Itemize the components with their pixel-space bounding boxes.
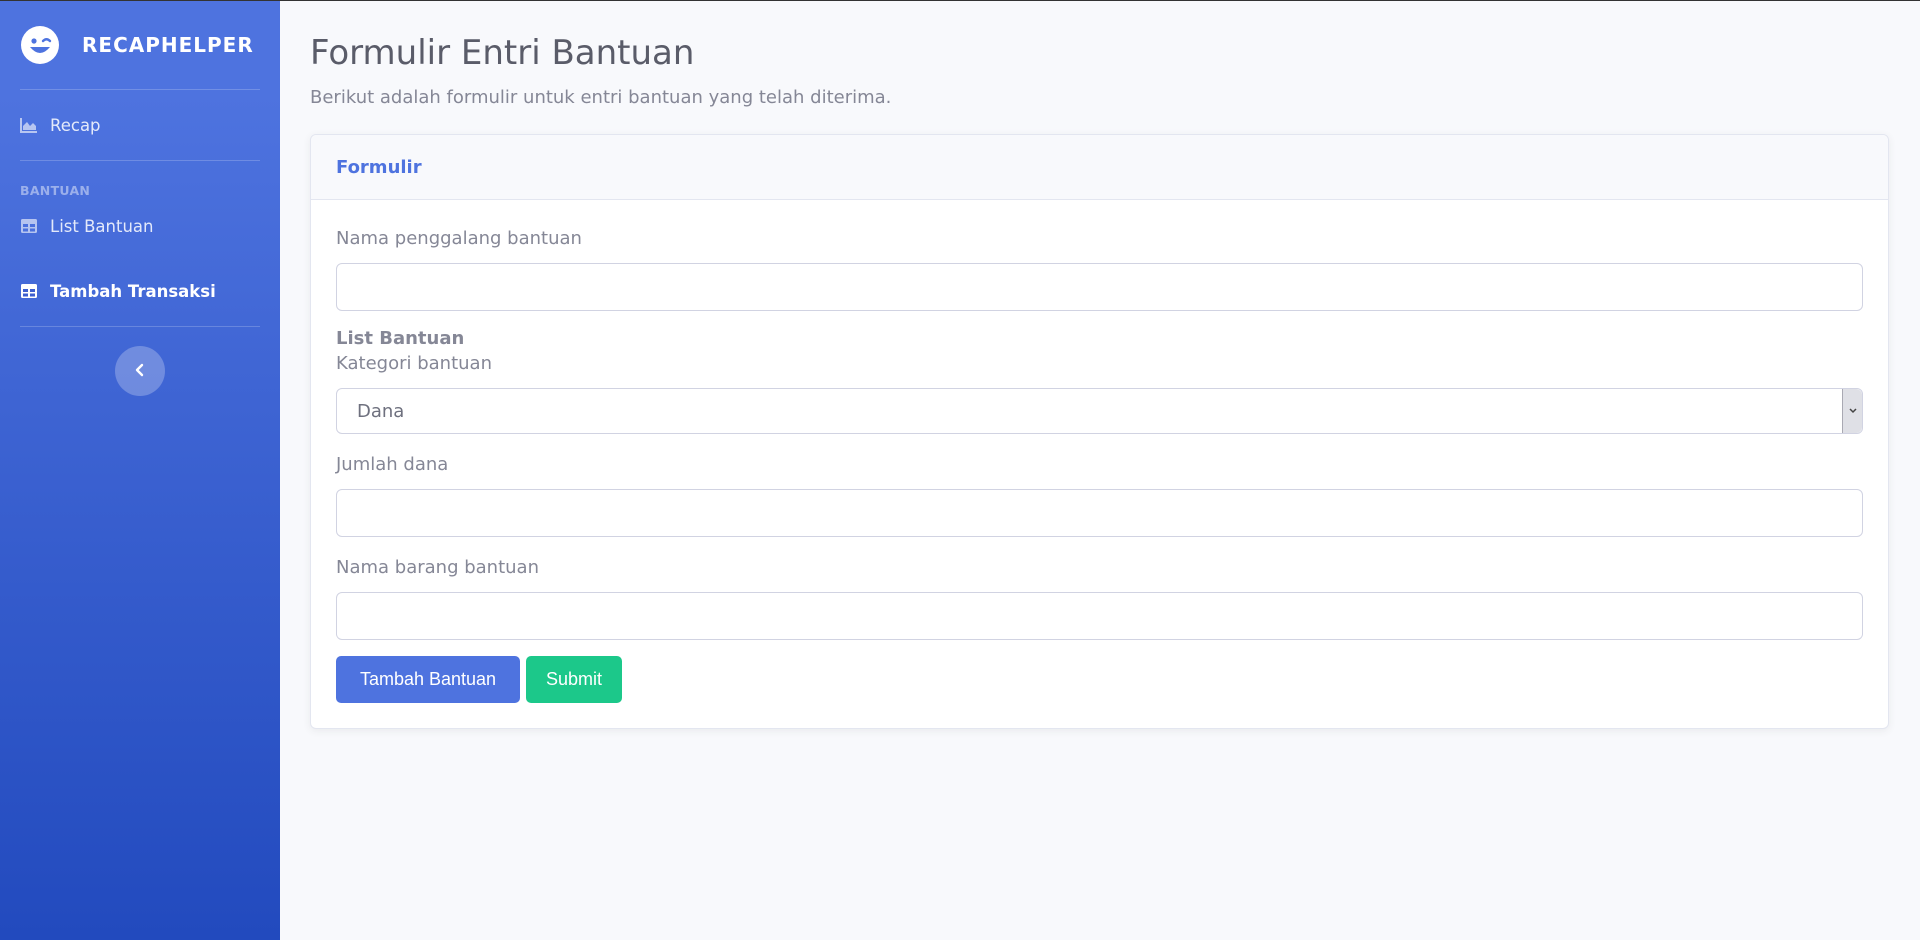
nama-penggalang-input[interactable] bbox=[336, 263, 1863, 311]
sidebar: RECAPHELPER Recap BANTUAN List Bantuan T… bbox=[0, 1, 280, 940]
nama-barang-label: Nama barang bantuan bbox=[336, 557, 539, 578]
card-body: Nama penggalang bantuan List Bantuan Kat… bbox=[311, 200, 1888, 728]
chevron-down-icon[interactable] bbox=[1842, 389, 1862, 433]
submit-button[interactable]: Submit bbox=[526, 656, 622, 703]
chart-area-icon bbox=[20, 116, 38, 134]
form-card: Formulir Nama penggalang bantuan List Ba… bbox=[310, 134, 1889, 729]
app-root: RECAPHELPER Recap BANTUAN List Bantuan T… bbox=[0, 0, 1920, 940]
sidebar-divider bbox=[20, 326, 260, 327]
jumlah-dana-input[interactable] bbox=[336, 489, 1863, 537]
kategori-selected-value: Dana bbox=[357, 400, 405, 422]
page-title: Formulir Entri Bantuan bbox=[310, 33, 695, 73]
brand-name: RECAPHELPER bbox=[82, 33, 254, 57]
sidebar-brand[interactable]: RECAPHELPER bbox=[0, 1, 280, 89]
chevron-left-icon bbox=[134, 362, 146, 381]
sidebar-item-recap[interactable]: Recap bbox=[0, 90, 280, 160]
sidebar-item-label: List Bantuan bbox=[50, 216, 154, 236]
table-icon bbox=[20, 282, 38, 300]
form-group-jumlah-dana: Jumlah dana bbox=[336, 454, 1863, 537]
table-icon bbox=[20, 217, 38, 235]
nama-barang-input[interactable] bbox=[336, 592, 1863, 640]
tambah-bantuan-button[interactable]: Tambah Bantuan bbox=[336, 656, 520, 703]
sidebar-toggle-wrap bbox=[0, 346, 280, 396]
sidebar-item-list-bantuan[interactable]: List Bantuan bbox=[0, 198, 280, 254]
sidebar-item-label: Recap bbox=[50, 115, 101, 135]
form-group-penggalang: Nama penggalang bantuan bbox=[336, 228, 1863, 311]
page-subtitle: Berikut adalah formulir untuk entri bant… bbox=[310, 87, 892, 108]
laugh-wink-icon bbox=[20, 25, 60, 65]
main-content: Formulir Entri Bantuan Berikut adalah fo… bbox=[280, 1, 1920, 940]
sidebar-item-label: Tambah Transaksi bbox=[50, 281, 216, 301]
sidebar-item-tambah-transaksi[interactable]: Tambah Transaksi bbox=[0, 256, 280, 326]
form-group-kategori: Kategori bantuan Dana bbox=[336, 353, 1863, 434]
list-bantuan-title: List Bantuan bbox=[336, 328, 465, 349]
kategori-select[interactable]: Dana bbox=[336, 388, 1863, 434]
nama-penggalang-label: Nama penggalang bantuan bbox=[336, 228, 582, 249]
jumlah-dana-label: Jumlah dana bbox=[336, 454, 449, 475]
card-header: Formulir bbox=[311, 135, 1888, 200]
form-buttons: Tambah Bantuan Submit bbox=[336, 656, 1863, 703]
form-group-nama-barang: Nama barang bantuan bbox=[336, 557, 1863, 640]
sidebar-toggle-button[interactable] bbox=[115, 346, 165, 396]
kategori-label: Kategori bantuan bbox=[336, 353, 492, 374]
sidebar-heading: BANTUAN bbox=[20, 183, 91, 198]
